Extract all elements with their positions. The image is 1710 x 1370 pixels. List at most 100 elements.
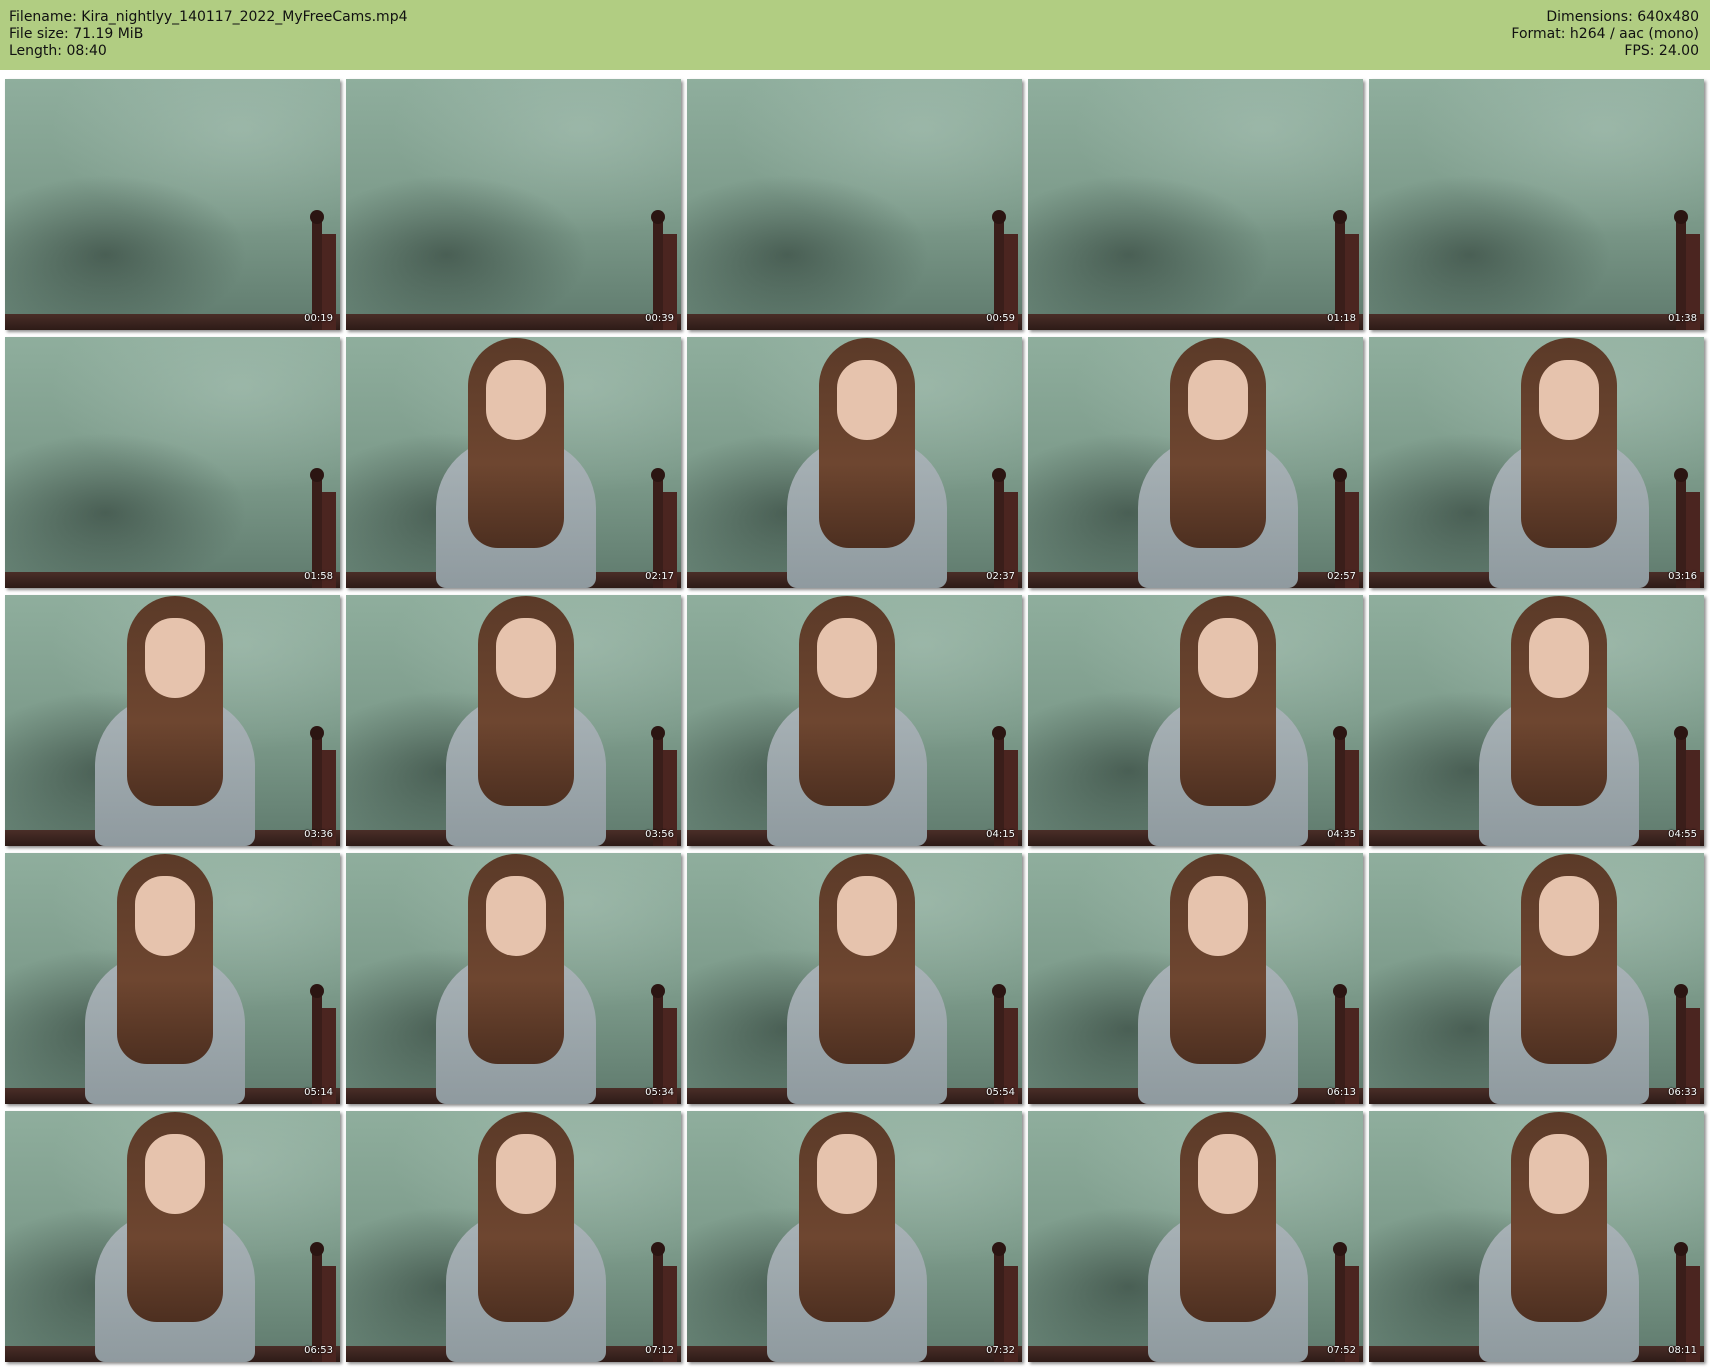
timestamp-label: 05:34 — [645, 1087, 674, 1098]
subject-figure — [426, 1112, 626, 1362]
chair-image — [978, 984, 1018, 1104]
video-thumbnail: 06:33 — [1369, 853, 1704, 1104]
chair-image — [296, 468, 336, 588]
frame-image — [346, 79, 681, 330]
subject-figure — [767, 338, 967, 588]
timestamp-label: 06:53 — [304, 1345, 333, 1356]
subject-figure — [1469, 854, 1669, 1104]
filesize-text: File size: 71.19 MiB — [9, 26, 144, 42]
video-thumbnail: 00:19 — [5, 79, 340, 330]
subject-figure — [416, 854, 616, 1104]
floor-strip — [346, 314, 681, 330]
video-thumbnail: 02:37 — [687, 337, 1022, 588]
subject-figure — [1459, 1112, 1659, 1362]
timestamp-label: 01:18 — [1327, 313, 1356, 324]
chair-image — [1660, 1242, 1700, 1362]
info-header: Filename: Kira_nightlyy_140117_2022_MyFr… — [0, 0, 1710, 70]
frame-image — [687, 79, 1022, 330]
chair-image — [296, 210, 336, 330]
chair-image — [637, 468, 677, 588]
subject-figure — [1128, 1112, 1328, 1362]
subject-figure — [1459, 596, 1659, 846]
timestamp-label: 02:37 — [986, 571, 1015, 582]
timestamp-label: 04:15 — [986, 829, 1015, 840]
video-thumbnail: 02:57 — [1028, 337, 1363, 588]
video-thumbnail: 07:52 — [1028, 1111, 1363, 1362]
video-thumbnail: 05:34 — [346, 853, 681, 1104]
video-thumbnail: 08:11 — [1369, 1111, 1704, 1362]
subject-figure — [1118, 854, 1318, 1104]
subject-figure — [747, 596, 947, 846]
timestamp-label: 05:14 — [304, 1087, 333, 1098]
fps-text: FPS: 24.00 — [1624, 43, 1699, 59]
video-thumbnail: 04:35 — [1028, 595, 1363, 846]
subject-figure — [767, 854, 967, 1104]
timestamp-label: 07:12 — [645, 1345, 674, 1356]
dimensions-text: Dimensions: 640x480 — [1546, 9, 1699, 25]
chair-image — [978, 468, 1018, 588]
video-thumbnail: 03:16 — [1369, 337, 1704, 588]
timestamp-label: 03:16 — [1668, 571, 1697, 582]
chair-image — [1319, 468, 1359, 588]
timestamp-label: 01:58 — [304, 571, 333, 582]
floor-strip — [5, 314, 340, 330]
video-thumbnail: 01:38 — [1369, 79, 1704, 330]
video-thumbnail: 04:15 — [687, 595, 1022, 846]
video-thumbnail: 05:14 — [5, 853, 340, 1104]
timestamp-label: 00:19 — [304, 313, 333, 324]
chair-image — [1660, 726, 1700, 846]
timestamp-label: 01:38 — [1668, 313, 1697, 324]
floor-strip — [5, 572, 340, 588]
timestamp-label: 02:17 — [645, 571, 674, 582]
chair-image — [637, 1242, 677, 1362]
chair-image — [637, 210, 677, 330]
frame-image — [5, 337, 340, 588]
chair-image — [637, 726, 677, 846]
video-thumbnail: 01:18 — [1028, 79, 1363, 330]
video-thumbnail: 01:58 — [5, 337, 340, 588]
timestamp-label: 00:59 — [986, 313, 1015, 324]
video-thumbnail: 03:36 — [5, 595, 340, 846]
chair-image — [296, 1242, 336, 1362]
video-thumbnail: 07:32 — [687, 1111, 1022, 1362]
file-info-right: Dimensions: 640x480 Format: h264 / aac (… — [1511, 9, 1699, 60]
floor-strip — [1028, 314, 1363, 330]
subject-figure — [65, 854, 265, 1104]
chair-image — [1319, 210, 1359, 330]
chair-image — [637, 984, 677, 1104]
chair-image — [1660, 210, 1700, 330]
timestamp-label: 07:52 — [1327, 1345, 1356, 1356]
file-info-left: Filename: Kira_nightlyy_140117_2022_MyFr… — [9, 9, 408, 60]
frame-image — [1028, 79, 1363, 330]
timestamp-label: 06:33 — [1668, 1087, 1697, 1098]
chair-image — [296, 726, 336, 846]
video-thumbnail: 00:59 — [687, 79, 1022, 330]
subject-figure — [747, 1112, 947, 1362]
video-thumbnail: 03:56 — [346, 595, 681, 846]
thumbnail-grid: 00:19 00:39 00:59 01:18 01:38 01:58 02:17 02:37… — [0, 79, 1710, 1370]
subject-figure — [75, 1112, 275, 1362]
frame-image — [1369, 79, 1704, 330]
timestamp-label: 04:55 — [1668, 829, 1697, 840]
timestamp-label: 03:36 — [304, 829, 333, 840]
timestamp-label: 05:54 — [986, 1087, 1015, 1098]
timestamp-label: 07:32 — [986, 1345, 1015, 1356]
video-thumbnail: 02:17 — [346, 337, 681, 588]
timestamp-label: 06:13 — [1327, 1087, 1356, 1098]
chair-image — [978, 210, 1018, 330]
subject-figure — [416, 338, 616, 588]
subject-figure — [1128, 596, 1328, 846]
video-thumbnail: 00:39 — [346, 79, 681, 330]
chair-image — [1319, 984, 1359, 1104]
floor-strip — [1369, 314, 1704, 330]
timestamp-label: 04:35 — [1327, 829, 1356, 840]
timestamp-label: 08:11 — [1668, 1345, 1697, 1356]
chair-image — [978, 726, 1018, 846]
floor-strip — [687, 314, 1022, 330]
length-text: Length: 08:40 — [9, 43, 107, 59]
video-thumbnail: 06:53 — [5, 1111, 340, 1362]
timestamp-label: 02:57 — [1327, 571, 1356, 582]
video-thumbnail: 04:55 — [1369, 595, 1704, 846]
video-thumbnail: 05:54 — [687, 853, 1022, 1104]
frame-image — [5, 79, 340, 330]
